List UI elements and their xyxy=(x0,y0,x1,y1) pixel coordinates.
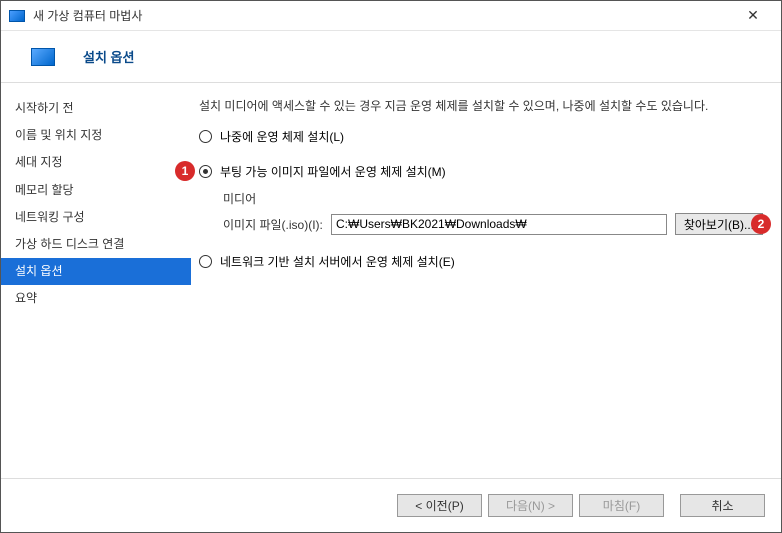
wizard-body: 시작하기 전 이름 및 위치 지정 세대 지정 메모리 할당 네트워킹 구성 가… xyxy=(1,83,781,478)
option-label-network: 네트워크 기반 설치 서버에서 운영 체제 설치(E) xyxy=(220,253,455,270)
cancel-button[interactable]: 취소 xyxy=(680,494,765,517)
option-label-bootable: 부팅 가능 이미지 파일에서 운영 체제 설치(M) xyxy=(220,163,446,180)
page-title: 설치 옵션 xyxy=(83,47,134,66)
finish-button: 마침(F) xyxy=(579,494,664,517)
image-file-label: 이미지 파일(.iso)(I): xyxy=(223,216,323,233)
wizard-header: 설치 옵션 xyxy=(1,31,781,83)
sidebar-item-generation[interactable]: 세대 지정 xyxy=(1,149,191,176)
sidebar-item-install-options[interactable]: 설치 옵션 xyxy=(1,258,191,285)
content-area: 설치 미디어에 액세스할 수 있는 경우 지금 운영 체제를 설치할 수 있으며… xyxy=(191,83,781,478)
media-group: 미디어 이미지 파일(.iso)(I): 찾아보기(B)... 2 xyxy=(223,190,763,235)
option-bootable-image[interactable]: 1 부팅 가능 이미지 파일에서 운영 체제 설치(M) xyxy=(199,163,763,180)
radio-install-later[interactable] xyxy=(199,130,212,143)
sidebar-item-virtual-disk[interactable]: 가상 하드 디스크 연결 xyxy=(1,231,191,258)
sidebar-item-memory[interactable]: 메모리 할당 xyxy=(1,177,191,204)
description-text: 설치 미디어에 액세스할 수 있는 경우 지금 운영 체제를 설치할 수 있으며… xyxy=(199,97,763,114)
app-icon xyxy=(9,10,25,22)
sidebar-item-name-location[interactable]: 이름 및 위치 지정 xyxy=(1,122,191,149)
header-icon xyxy=(31,48,55,66)
prev-button[interactable]: < 이전(P) xyxy=(397,494,482,517)
wizard-footer: < 이전(P) 다음(N) > 마침(F) 취소 xyxy=(1,478,781,532)
next-button: 다음(N) > xyxy=(488,494,573,517)
sidebar-item-networking[interactable]: 네트워킹 구성 xyxy=(1,204,191,231)
option-label-later: 나중에 운영 체제 설치(L) xyxy=(220,128,344,145)
annotation-1: 1 xyxy=(175,161,195,181)
radio-bootable-image[interactable] xyxy=(199,165,212,178)
titlebar: 새 가상 컴퓨터 마법사 ✕ xyxy=(1,1,781,31)
sidebar-item-before-start[interactable]: 시작하기 전 xyxy=(1,95,191,122)
annotation-2: 2 xyxy=(751,214,771,234)
browse-button[interactable]: 찾아보기(B)... xyxy=(675,213,763,235)
sidebar: 시작하기 전 이름 및 위치 지정 세대 지정 메모리 할당 네트워킹 구성 가… xyxy=(1,83,191,478)
option-install-later[interactable]: 나중에 운영 체제 설치(L) xyxy=(199,128,763,145)
image-file-input[interactable] xyxy=(331,214,667,235)
window-title: 새 가상 컴퓨터 마법사 xyxy=(33,7,733,24)
close-button[interactable]: ✕ xyxy=(733,2,773,30)
media-row: 이미지 파일(.iso)(I): 찾아보기(B)... 2 xyxy=(223,213,763,235)
option-network-install[interactable]: 네트워크 기반 설치 서버에서 운영 체제 설치(E) xyxy=(199,253,763,270)
radio-network-install[interactable] xyxy=(199,255,212,268)
sidebar-item-summary[interactable]: 요약 xyxy=(1,285,191,312)
media-group-label: 미디어 xyxy=(223,190,763,207)
